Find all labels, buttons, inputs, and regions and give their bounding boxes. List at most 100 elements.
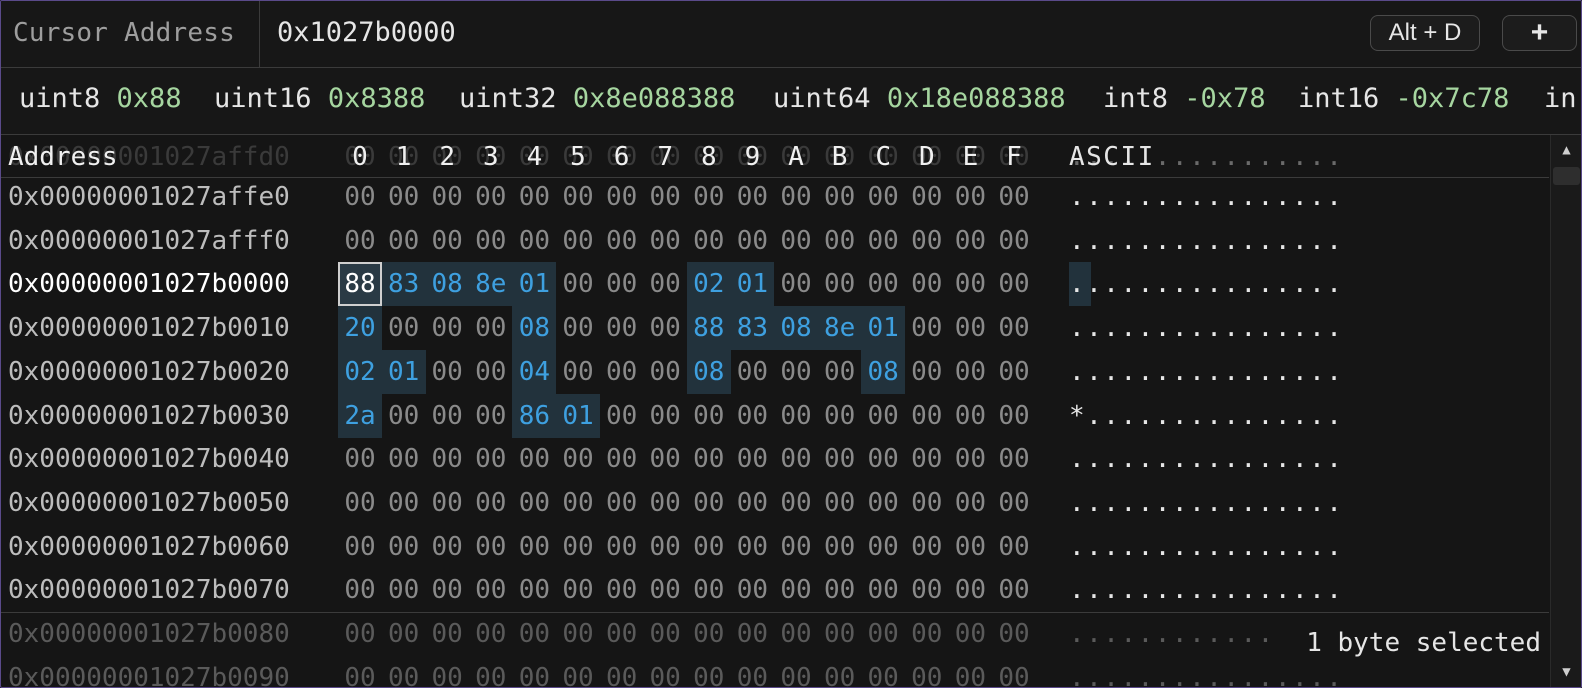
hex-byte[interactable]: 00 [643, 525, 687, 569]
hex-byte[interactable]: 00 [556, 481, 600, 525]
add-button[interactable]: + [1502, 15, 1577, 51]
hex-byte[interactable]: 00 [992, 306, 1036, 350]
hex-byte[interactable]: 00 [774, 525, 818, 569]
hex-byte[interactable]: 00 [425, 525, 469, 569]
hex-byte[interactable]: 00 [992, 219, 1036, 263]
hex-byte[interactable]: 08 [686, 349, 731, 394]
hex-byte[interactable]: 00 [512, 219, 556, 263]
hex-byte[interactable]: 00 [730, 525, 774, 569]
hex-byte[interactable]: 00 [600, 350, 644, 394]
hex-byte[interactable]: 01 [861, 306, 906, 351]
hex-byte[interactable]: 00 [382, 306, 426, 350]
hex-byte[interactable]: 02 [686, 262, 731, 307]
hex-byte[interactable]: 00 [469, 306, 513, 350]
hex-byte[interactable]: 01 [556, 393, 600, 438]
hex-byte[interactable]: 00 [730, 219, 774, 263]
hex-byte[interactable]: 00 [948, 568, 992, 612]
row-ascii[interactable]: ................ [1069, 350, 1343, 394]
hex-byte[interactable]: 00 [512, 175, 556, 219]
hex-byte[interactable]: 00 [730, 437, 774, 481]
hex-byte[interactable]: 00 [600, 306, 644, 350]
hex-byte[interactable]: 00 [818, 175, 862, 219]
hex-byte[interactable]: 00 [382, 219, 426, 263]
hex-byte[interactable]: 00 [861, 568, 905, 612]
hex-byte[interactable]: 00 [643, 394, 687, 438]
hex-byte[interactable]: 00 [338, 568, 382, 612]
hex-byte[interactable]: 00 [556, 262, 600, 306]
hex-byte[interactable]: 00 [425, 481, 469, 525]
hex-byte[interactable]: 00 [905, 437, 949, 481]
hex-byte[interactable]: 00 [600, 481, 644, 525]
hex-byte[interactable]: 00 [643, 175, 687, 219]
hex-byte[interactable]: 00 [382, 481, 426, 525]
hex-byte[interactable]: 00 [469, 525, 513, 569]
hex-byte[interactable]: 00 [948, 175, 992, 219]
hex-byte[interactable]: 2a [338, 393, 382, 438]
hex-byte[interactable]: 00 [730, 175, 774, 219]
hex-byte[interactable]: 00 [425, 306, 469, 350]
row-ascii[interactable]: ................ [1069, 262, 1344, 307]
hex-byte[interactable]: 00 [382, 437, 426, 481]
hex-byte[interactable]: 00 [774, 481, 818, 525]
hex-byte[interactable]: 00 [425, 568, 469, 612]
hex-byte[interactable]: 00 [687, 219, 731, 263]
hex-byte[interactable]: 00 [600, 175, 644, 219]
hex-byte[interactable]: 00 [687, 481, 731, 525]
hex-byte[interactable]: 00 [861, 219, 905, 263]
hex-byte[interactable]: 00 [992, 262, 1036, 306]
hex-byte[interactable]: 00 [382, 568, 426, 612]
hex-byte[interactable]: 00 [687, 394, 731, 438]
row-ascii[interactable]: ................ [1069, 525, 1343, 569]
hex-byte[interactable]: 00 [992, 568, 1036, 612]
hex-byte[interactable]: 00 [905, 306, 949, 350]
hex-byte[interactable]: 00 [730, 568, 774, 612]
hex-byte[interactable]: 00 [556, 525, 600, 569]
hex-byte[interactable]: 00 [905, 481, 949, 525]
hex-byte[interactable]: 00 [643, 481, 687, 525]
hex-byte[interactable]: 00 [905, 394, 949, 438]
hex-byte[interactable]: 00 [425, 175, 469, 219]
hex-byte[interactable]: 00 [905, 525, 949, 569]
row-ascii[interactable]: *............... [1069, 394, 1343, 438]
hex-byte[interactable]: 00 [600, 262, 644, 306]
row-ascii[interactable]: ................ [1069, 306, 1343, 350]
hex-byte[interactable]: 02 [338, 349, 382, 394]
hex-byte[interactable]: 00 [425, 437, 469, 481]
hex-byte[interactable]: 00 [730, 350, 774, 394]
hex-byte[interactable]: 00 [600, 525, 644, 569]
hex-byte[interactable]: 00 [861, 481, 905, 525]
hex-byte[interactable]: 00 [600, 568, 644, 612]
hex-byte[interactable]: 00 [600, 219, 644, 263]
inspector-item-int8[interactable]: int8 -0x78 [1103, 83, 1266, 114]
hex-byte[interactable]: 00 [425, 350, 469, 394]
scroll-up-icon[interactable]: ▲ [1551, 135, 1581, 165]
hex-byte[interactable]: 00 [818, 350, 862, 394]
hex-byte[interactable]: 00 [469, 394, 513, 438]
hex-byte[interactable]: 00 [600, 394, 644, 438]
hex-byte[interactable]: 00 [382, 394, 426, 438]
hex-byte[interactable]: 00 [861, 525, 905, 569]
hex-byte[interactable]: 88 [338, 262, 382, 307]
hex-byte[interactable]: 00 [905, 175, 949, 219]
hex-byte[interactable]: 00 [948, 481, 992, 525]
hex-byte[interactable]: 00 [774, 350, 818, 394]
inspector-item-uint64[interactable]: uint64 0x18e088388 [773, 83, 1066, 114]
hex-byte[interactable]: 00 [948, 262, 992, 306]
hex-byte[interactable]: 00 [687, 568, 731, 612]
hex-byte[interactable]: 00 [818, 394, 862, 438]
hex-byte[interactable]: 00 [818, 262, 862, 306]
hex-byte[interactable]: 00 [382, 175, 426, 219]
hex-byte[interactable]: 20 [338, 306, 382, 351]
hex-byte[interactable]: 00 [469, 350, 513, 394]
hex-byte[interactable]: 00 [556, 306, 600, 350]
hex-byte[interactable]: 00 [730, 481, 774, 525]
hex-byte[interactable]: 00 [774, 219, 818, 263]
hex-byte[interactable]: 00 [556, 568, 600, 612]
inspector-item-uint16[interactable]: uint16 0x8388 [214, 83, 425, 114]
vertical-scrollbar[interactable]: ▲ ▼ [1550, 135, 1581, 687]
hex-byte[interactable]: 00 [338, 437, 382, 481]
hex-byte[interactable]: 00 [425, 219, 469, 263]
hex-byte[interactable]: 00 [643, 219, 687, 263]
hex-byte[interactable]: 00 [687, 175, 731, 219]
hex-byte[interactable]: 00 [556, 219, 600, 263]
